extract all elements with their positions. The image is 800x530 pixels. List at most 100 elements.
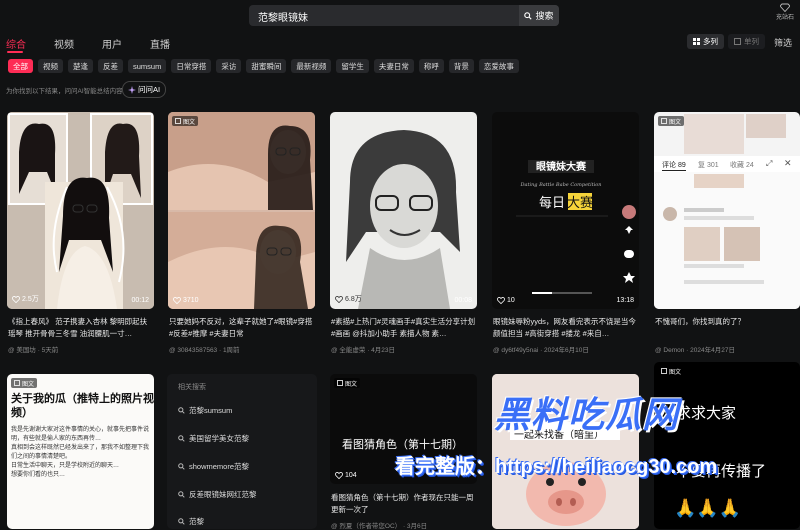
- close-icon[interactable]: ✕: [784, 158, 792, 169]
- doc-text-preview: 关于我的瓜（推特上的照片视 频） 我是先谢谢大家对这件事情的关心，就事先把事件说…: [11, 393, 154, 478]
- search-icon: [178, 491, 185, 498]
- chip[interactable]: 恋爱故事: [478, 59, 519, 73]
- chip[interactable]: 甜蜜瞬间: [246, 59, 287, 73]
- card-meta[interactable]: @ dy6tf49y5nai · 2024年6月10日: [493, 344, 589, 354]
- chip[interactable]: 视频: [38, 59, 63, 73]
- charge-entry[interactable]: 充站石: [772, 3, 798, 21]
- svg-text:Dating Battle Babe Competition: Dating Battle Babe Competition: [519, 182, 601, 188]
- card-title[interactable]: 看图猜角色（第十七期）作者现在只能一周更新一次了: [331, 492, 477, 516]
- card-thumbnail[interactable]: 2.5万 00:12: [7, 112, 154, 309]
- search-icon: [178, 435, 185, 442]
- chip[interactable]: 最新视频: [291, 59, 332, 73]
- heart-icon: [12, 295, 20, 303]
- single-column-label: 单列: [744, 37, 759, 46]
- image-post-badge: 图文: [658, 366, 685, 376]
- card-meta[interactable]: @ 30843587563 · 1周前: [169, 344, 240, 354]
- tab-live[interactable]: 直播: [150, 36, 170, 51]
- expand-icon[interactable]: ⤢: [766, 159, 772, 169]
- card-title[interactable]: 《指上春风》 范子携妻入杏林 黎明即起扶瑶琴 推开骨骨三冬雪 油润腰肌一寸…: [8, 316, 154, 340]
- card-meta[interactable]: @ 全能虚荣 · 4月23日: [331, 344, 395, 354]
- search-bar[interactable]: 范黎眼镜妹 搜索: [249, 5, 559, 26]
- card-meta[interactable]: @ 美国坊 · 5天前: [8, 344, 58, 354]
- comment-popup-header: 评论 89 复 301 收藏 24 ⤢ ✕: [654, 156, 800, 172]
- card-meta[interactable]: @ Demon · 2024年4月27日: [655, 344, 735, 354]
- card-thumbnail[interactable]: 6.8万 00:08: [330, 112, 477, 309]
- related-searches-heading: 相关搜索: [178, 384, 206, 391]
- single-column-icon: [734, 38, 741, 45]
- video-duration: 13:18: [616, 297, 634, 304]
- search-icon: [178, 518, 185, 525]
- image-post-badge: 图文: [334, 378, 361, 388]
- related-search-item[interactable]: 范黎: [178, 516, 204, 527]
- chip[interactable]: 背景: [448, 59, 474, 73]
- praying-hands-emoji: 🙏🙏🙏: [674, 498, 742, 518]
- screenshot-image: [654, 112, 800, 309]
- share-count[interactable]: 复 301: [698, 160, 719, 170]
- related-search-item[interactable]: 反差眼镜妹网红范黎: [178, 489, 257, 500]
- grid-icon: [693, 38, 700, 45]
- tab-video[interactable]: 视频: [54, 36, 74, 51]
- svg-text:眼镜妹大赛: 眼镜妹大赛: [536, 160, 587, 173]
- heart-icon: [335, 295, 343, 303]
- related-search-item[interactable]: showmemore范黎: [178, 461, 249, 472]
- like-count: 104: [335, 472, 357, 479]
- card-thumbnail[interactable]: 眼镜妹大赛 Dating Battle Babe Competition 每日 …: [492, 112, 639, 309]
- multi-column-button[interactable]: 多列: [687, 34, 724, 49]
- search-icon: [178, 407, 185, 414]
- favorite-count[interactable]: 收藏 24: [730, 160, 754, 170]
- ai-notice-text: 为你找到以下结果，问问AI智能总结内容: [6, 88, 123, 95]
- chip[interactable]: 称呼: [418, 59, 444, 73]
- search-input[interactable]: 范黎眼镜妹: [258, 9, 308, 24]
- image-icon: [337, 380, 343, 386]
- chip[interactable]: 日常穿搭: [171, 59, 212, 73]
- tab-user[interactable]: 用户: [102, 36, 122, 51]
- chip[interactable]: sumsum: [128, 59, 167, 73]
- related-search-item[interactable]: 美国留学美女范黎: [178, 433, 249, 444]
- tab-all[interactable]: 综合: [6, 36, 26, 51]
- filter-button[interactable]: 筛选: [774, 36, 792, 49]
- sparkle-icon: [127, 85, 136, 94]
- chip[interactable]: 全部: [8, 59, 33, 73]
- card-title[interactable]: 只要她妈不反对，这辈子就她了#眼镜#穿搭#反差#推摩 #夫妻日常: [169, 316, 315, 340]
- search-icon: [524, 11, 533, 20]
- related-searches-panel: 相关搜索 范黎sumsum 美国留学美女范黎 showmemore范黎 反差眼镜…: [167, 374, 317, 529]
- card-title[interactable]: 眼镜妹辱粉yyds，网友看完表示不饶是当今颜值担当 #高街穿搭 #搂龙 #来自…: [493, 316, 639, 340]
- svg-text:大赛: 大赛: [567, 195, 593, 211]
- card-thumbnail[interactable]: 图文 3710: [168, 112, 315, 309]
- card-title[interactable]: 不愧哥们，你找到真的了？: [655, 316, 800, 328]
- card-thumbnail[interactable]: 关于我的瓜（推特上的照片视 频） 我是先谢谢大家对这件事情的关心，就事先把事件说…: [7, 374, 154, 529]
- heart-icon: [173, 297, 181, 304]
- active-tab-indicator: [7, 51, 23, 53]
- image-post-badge: 图文: [658, 116, 685, 126]
- chip[interactable]: 采访: [216, 59, 242, 73]
- watermark-site-name: 黑料吃瓜网: [494, 394, 680, 435]
- multi-column-label: 多列: [703, 37, 718, 46]
- video-duration: 00:08: [454, 297, 472, 304]
- chip[interactable]: 楚逢: [68, 59, 93, 73]
- image-post-badge: 图文: [11, 378, 38, 388]
- video-cover-image: 眼镜妹大赛 Dating Battle Babe Competition 每日 …: [492, 112, 639, 309]
- heart-icon: [497, 297, 505, 304]
- card-title[interactable]: #素描#上热门#灵魂画手#真实生活分享计划#画画 @抖加小助手 素描人物 素…: [331, 316, 477, 340]
- svg-text:每日: 每日: [539, 195, 565, 211]
- like-count: 3710: [173, 297, 199, 304]
- ask-ai-label: 问问AI: [137, 85, 161, 94]
- comment-count[interactable]: 评论 89: [662, 160, 686, 171]
- diamond-icon: [780, 3, 790, 12]
- chip[interactable]: 夫妻日常: [373, 59, 414, 73]
- card-thumbnail[interactable]: 图文: [654, 112, 800, 309]
- chip[interactable]: 反差: [98, 59, 123, 73]
- video-duration: 00:12: [131, 297, 149, 304]
- like-count: 2.5万: [12, 294, 39, 304]
- image-icon: [661, 118, 667, 124]
- single-column-button[interactable]: 单列: [728, 34, 765, 49]
- related-search-item[interactable]: 范黎sumsum: [178, 405, 232, 416]
- search-button[interactable]: 搜索: [519, 5, 559, 26]
- ask-ai-button[interactable]: 问问AI: [122, 81, 166, 98]
- sketch-image: [330, 112, 477, 309]
- image-post-badge: 图文: [172, 116, 199, 126]
- like-count: 6.8万: [335, 294, 362, 304]
- cover-text-line-1: 求求大家: [676, 405, 737, 422]
- chip[interactable]: 留学生: [336, 59, 369, 73]
- image-icon: [661, 368, 667, 374]
